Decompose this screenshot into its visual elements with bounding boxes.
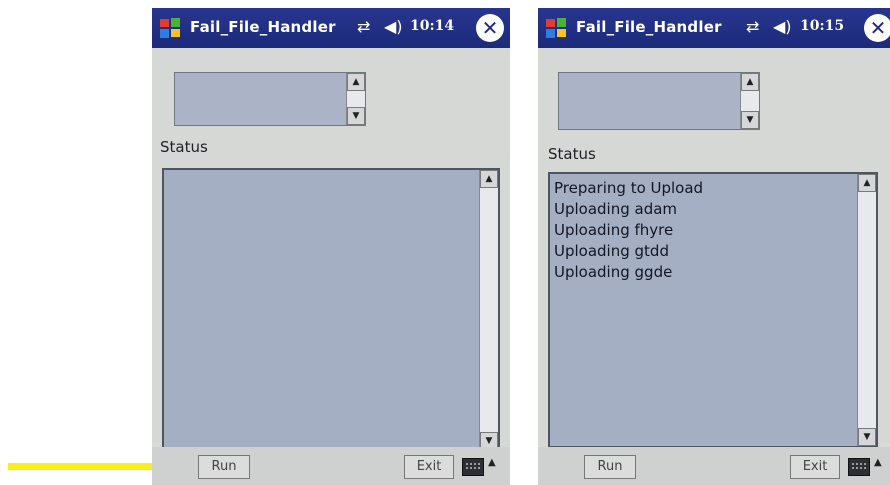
close-icon[interactable]: ✕ — [476, 14, 504, 42]
volume-icon[interactable]: ◀) — [384, 17, 403, 36]
listbox-scrollbar[interactable]: ▲ ▼ — [740, 73, 759, 129]
scroll-up-icon[interactable]: ▲ — [741, 73, 759, 91]
windows-start-icon[interactable] — [544, 16, 568, 40]
app-title: Fail_File_Handler — [190, 18, 336, 36]
status-label: Status — [160, 138, 208, 156]
connectivity-icon[interactable]: ⇄ — [746, 17, 759, 36]
title-bar: Fail_File_Handler ⇄ ◀) 10:14 ✕ — [152, 8, 510, 48]
input-menu-arrow-icon[interactable]: ▲ — [488, 457, 496, 468]
status-line: Uploading ggde — [554, 263, 673, 281]
status-listbox[interactable]: Preparing to Upload Uploading adam Uploadi… — [548, 172, 878, 448]
listbox-scrollbar[interactable]: ▲ ▼ — [346, 73, 365, 125]
exit-button[interactable]: Exit — [404, 455, 454, 479]
app-title: Fail_File_Handler — [576, 18, 722, 36]
file-listbox[interactable]: ▲ ▼ — [174, 72, 366, 126]
scroll-up-icon[interactable]: ▲ — [858, 174, 876, 192]
close-icon[interactable]: ✕ — [864, 14, 890, 42]
status-lines: Preparing to Upload Uploading adam Uploadi… — [554, 178, 703, 283]
menu-bar: Run Exit ▲ — [538, 447, 890, 485]
status-line: Uploading adam — [554, 200, 678, 218]
status-scrollbar[interactable]: ▲ ▼ — [479, 170, 498, 450]
run-button[interactable]: Run — [584, 455, 636, 479]
scroll-up-icon[interactable]: ▲ — [347, 73, 365, 91]
keyboard-icon[interactable] — [848, 458, 870, 476]
volume-icon[interactable]: ◀) — [773, 17, 792, 36]
status-line: Uploading gtdd — [554, 242, 669, 260]
run-button[interactable]: Run — [198, 455, 250, 479]
scroll-up-icon[interactable]: ▲ — [480, 170, 498, 188]
input-menu-arrow-icon[interactable]: ▲ — [874, 457, 882, 468]
menu-bar: Run Exit ▲ — [152, 447, 510, 485]
connectivity-icon[interactable]: ⇄ — [357, 17, 370, 36]
scroll-down-icon[interactable]: ▼ — [858, 428, 876, 446]
scroll-down-icon[interactable]: ▼ — [741, 111, 759, 129]
exit-button[interactable]: Exit — [790, 455, 840, 479]
clock[interactable]: 10:15 — [800, 18, 844, 34]
status-listbox[interactable]: ▲ ▼ — [162, 168, 500, 452]
device-screen-before: Fail_File_Handler ⇄ ◀) 10:14 ✕ ▲ ▼ Statu… — [152, 8, 510, 485]
status-scrollbar[interactable]: ▲ ▼ — [857, 174, 876, 446]
keyboard-icon[interactable] — [462, 458, 484, 476]
device-screen-after: Fail_File_Handler ⇄ ◀) 10:15 ✕ ▲ ▼ Statu… — [538, 8, 890, 485]
windows-start-icon[interactable] — [158, 16, 182, 40]
status-line: Preparing to Upload — [554, 179, 704, 197]
scroll-down-icon[interactable]: ▼ — [347, 107, 365, 125]
status-line: Uploading fhyre — [554, 221, 674, 239]
status-label: Status — [548, 145, 596, 163]
file-listbox[interactable]: ▲ ▼ — [558, 72, 760, 130]
title-bar: Fail_File_Handler ⇄ ◀) 10:15 ✕ — [538, 8, 890, 48]
clock[interactable]: 10:14 — [410, 18, 454, 34]
